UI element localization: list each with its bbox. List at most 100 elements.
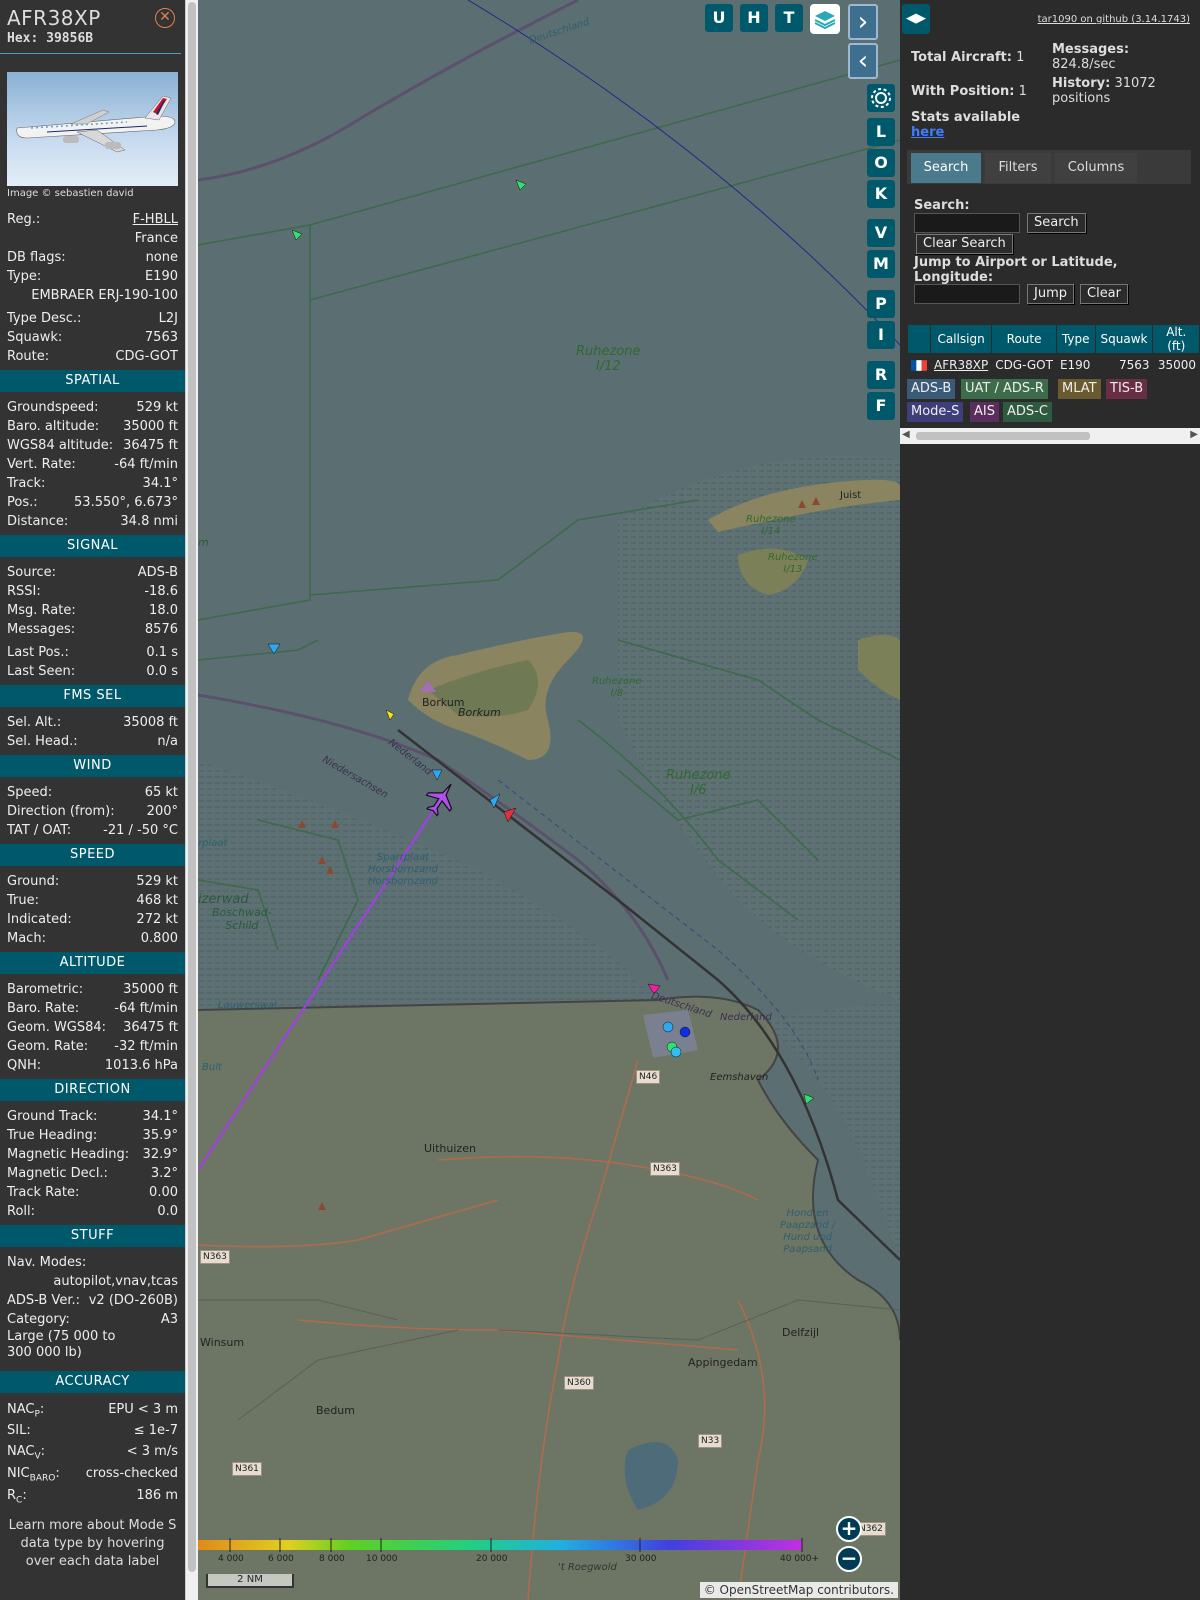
map-label: Appingedam xyxy=(688,1356,758,1369)
signal-rows: Source: ADS-B RSSI: -18.6 Msg. Rate: 18.0 Mess… xyxy=(0,563,185,639)
minus-icon[interactable]: − xyxy=(836,1546,862,1572)
column-header[interactable]: Squawk xyxy=(1095,325,1153,353)
source-tisb[interactable]: TIS-B xyxy=(1106,379,1148,399)
source-uat[interactable]: UAT / ADS-R xyxy=(961,379,1048,399)
info-row: Geom. WGS84: 36475 ft xyxy=(0,1018,185,1037)
search-input[interactable] xyxy=(914,213,1020,233)
toggle-i-button[interactable]: I xyxy=(867,321,895,349)
info-label: Mach: xyxy=(7,931,46,946)
info-row: Speed: 65 kt xyxy=(0,783,185,802)
scale-bar: 2 NM xyxy=(206,1574,294,1588)
toggle-o-button[interactable]: O xyxy=(867,149,895,177)
section-altitude: ALTITUDE xyxy=(0,952,185,974)
stats-link[interactable]: here xyxy=(911,125,944,140)
info-label: Baro. altitude: xyxy=(7,419,100,434)
legend-tick: 4 000 xyxy=(218,1554,244,1564)
map-label: Hond en Paapzand / Hund und Paapsand xyxy=(780,1208,836,1255)
info-row: Direction (from): 200° xyxy=(0,802,185,821)
info-label: Magnetic Heading: xyxy=(7,1147,130,1162)
info-label: TAT / OAT: xyxy=(7,823,72,838)
clear-search-button[interactable]: Clear Search xyxy=(916,234,1013,254)
scroll-right-icon[interactable]: ▶ xyxy=(1190,429,1198,440)
info-value: n/a xyxy=(157,734,178,749)
hex-id: Hex: 39856B xyxy=(7,31,94,46)
map-label: rplaat xyxy=(198,838,228,849)
aircraft-photo[interactable] xyxy=(7,72,178,186)
toggle-f-button[interactable]: F xyxy=(867,392,895,420)
source-mlat[interactable]: MLAT xyxy=(1058,379,1101,399)
info-row: Mach: 0.800 xyxy=(0,929,185,948)
info-label: True Heading: xyxy=(7,1128,98,1143)
route-row: Route: CDG-GOT xyxy=(7,349,178,364)
fr-flag-icon xyxy=(908,354,930,376)
source-adsb[interactable]: ADS-B xyxy=(907,379,956,399)
close-icon[interactable]: ✕ xyxy=(155,8,175,28)
column-header[interactable]: Callsign xyxy=(931,325,992,353)
info-footer: Learn more about Mode S data type by hov… xyxy=(8,1518,177,1569)
toggle-l-button[interactable]: L xyxy=(867,118,895,146)
layers-icon[interactable] xyxy=(810,4,840,34)
search-button[interactable]: Search xyxy=(1027,213,1086,233)
map-label: Bult xyxy=(202,1062,222,1073)
tab-search[interactable]: Search xyxy=(911,153,981,183)
clear-button[interactable]: Clear xyxy=(1080,284,1128,304)
column-header[interactable]: Type xyxy=(1056,325,1095,353)
map-canvas[interactable] xyxy=(198,0,900,1600)
version-link[interactable]: tar1090 on github (3.14.1743) xyxy=(1038,14,1190,25)
info-row: Baro. altitude: 35000 ft xyxy=(0,417,185,436)
toggle-r-button[interactable]: R xyxy=(867,361,895,389)
country: France xyxy=(134,231,178,246)
info-label: Track: xyxy=(7,476,46,491)
cell-type: E190 xyxy=(1056,354,1095,376)
toggle-h-button[interactable]: H xyxy=(740,4,768,32)
info-label: True: xyxy=(7,893,39,908)
info-value: 8576 xyxy=(144,622,178,637)
section-fms: FMS SEL xyxy=(0,685,185,707)
source-adsc[interactable]: ADS-C xyxy=(1003,402,1052,422)
column-header[interactable]: Route xyxy=(992,325,1056,353)
map-view[interactable]: Deutschland Ruhezone I/12 Ruhezone I/14 … xyxy=(198,0,900,1600)
source-modes[interactable]: Mode-S xyxy=(907,402,964,422)
jump-input[interactable] xyxy=(914,284,1020,304)
table-hscrollbar[interactable]: ◀ ▶ xyxy=(900,428,1200,444)
tab-columns[interactable]: Columns xyxy=(1055,153,1137,183)
plus-icon[interactable]: + xyxy=(836,1516,862,1542)
info-label: Geom. Rate: xyxy=(7,1039,89,1054)
toggle-u-button[interactable]: U xyxy=(705,4,733,32)
chevron-left-icon[interactable]: ‹ xyxy=(848,43,878,79)
jump-button[interactable]: Jump xyxy=(1027,284,1074,304)
table-row[interactable]: AFR38XP CDG-GOT E190 7563 35000 xyxy=(908,354,1199,376)
toggle-m-button[interactable]: M xyxy=(867,250,895,278)
chevron-right-icon[interactable]: › xyxy=(848,4,878,40)
cell-callsign[interactable]: AFR38XP xyxy=(931,354,992,376)
info-row: Distance: 34.8 nmi xyxy=(0,512,185,531)
toggle-t-button[interactable]: T xyxy=(775,4,803,32)
toggle-p-button[interactable]: P xyxy=(867,290,895,318)
category-desc-1: Large (75 000 to xyxy=(7,1329,116,1344)
osm-link[interactable]: OpenStreetMap xyxy=(720,1583,814,1597)
source-ais[interactable]: AIS xyxy=(970,402,999,422)
history-count: History: 31072 positions xyxy=(1052,76,1156,106)
gear-icon[interactable] xyxy=(867,84,895,112)
info-row: Barometric: 35000 ft xyxy=(0,980,185,999)
info-scrollbar[interactable] xyxy=(185,0,198,1600)
road-badge: N363 xyxy=(200,1250,230,1264)
reg-link[interactable]: F-HBLL xyxy=(133,210,178,229)
info-label: Speed: xyxy=(7,785,53,800)
fms-rows: Sel. Alt.: 35008 ft Sel. Head.: n/a xyxy=(0,713,185,751)
expand-arrows-icon[interactable]: ◀▶ xyxy=(902,4,930,34)
column-header[interactable] xyxy=(908,325,930,353)
column-header[interactable]: Alt. (ft) xyxy=(1153,325,1199,353)
scroll-left-icon[interactable]: ◀ xyxy=(902,429,910,440)
adsbver-row: ADS-B Ver.: v2 (DO-260B) xyxy=(7,1293,178,1308)
scrollbar-thumb[interactable] xyxy=(188,2,196,1572)
info-value: 0.00 xyxy=(149,1185,178,1200)
section-accuracy: ACCURACY xyxy=(0,1371,185,1393)
scrollbar-thumb[interactable] xyxy=(916,432,1090,440)
toggle-k-button[interactable]: K xyxy=(867,180,895,208)
map-label: 't Roegwold xyxy=(558,1562,617,1573)
info-row: RSSI: -18.6 xyxy=(0,582,185,601)
info-value: 18.0 xyxy=(149,603,178,618)
tab-filters[interactable]: Filters xyxy=(985,153,1051,183)
toggle-v-button[interactable]: V xyxy=(867,219,895,247)
